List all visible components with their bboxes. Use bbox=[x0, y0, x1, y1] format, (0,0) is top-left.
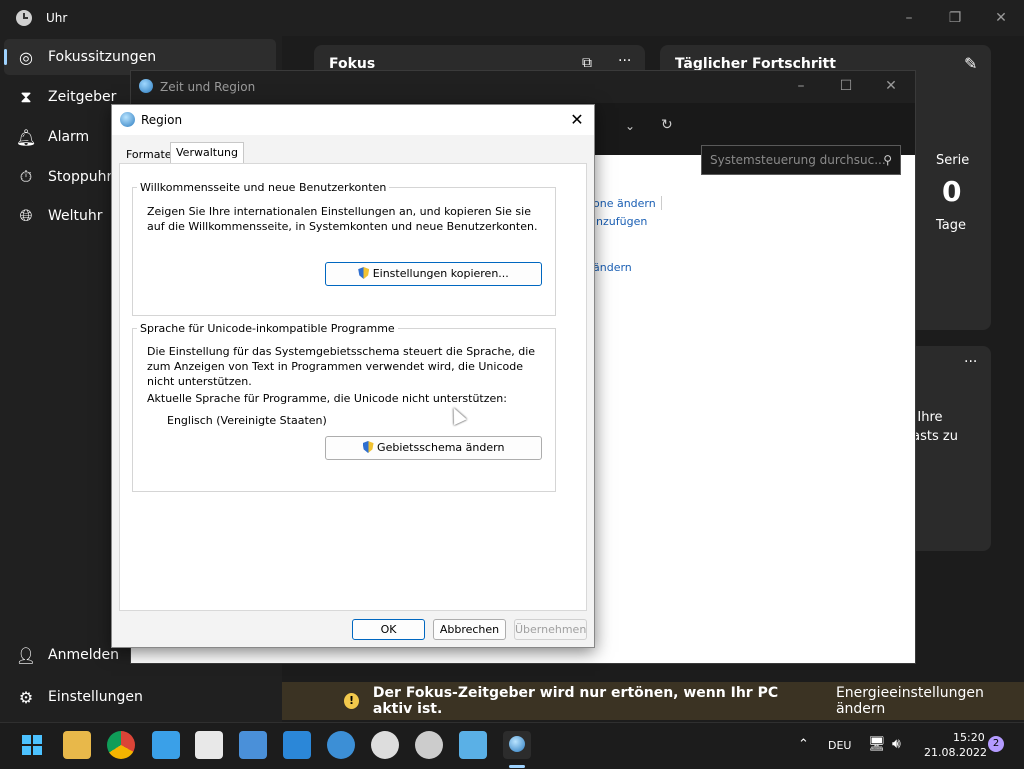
network-icon[interactable]: 🖥︎ bbox=[868, 736, 886, 752]
control-panel-icon bbox=[139, 79, 153, 93]
globe-icon: 🌐︎ bbox=[19, 206, 33, 225]
nav-label: Weltuhr bbox=[48, 208, 103, 224]
tab-panel-verwaltung: Willkommensseite und neue Benutzerkonten… bbox=[119, 163, 587, 611]
clock-app-icon bbox=[16, 10, 32, 26]
active-indicator bbox=[4, 49, 7, 65]
language-indicator[interactable]: DEU bbox=[828, 739, 851, 752]
focus-icon: ◎ bbox=[19, 47, 33, 67]
bell-icon: 🔔︎ bbox=[15, 127, 37, 147]
nav-label: Fokussitzungen bbox=[48, 49, 157, 65]
search-icon: ⚲ bbox=[883, 153, 892, 167]
notepad-icon[interactable] bbox=[152, 731, 180, 759]
edit-icon[interactable]: ✎ bbox=[964, 54, 977, 73]
search-input[interactable]: Systemsteuerung durchsuc... ⚲ bbox=[701, 145, 901, 175]
notification-text: Der Fokus-Zeitgeber wird nur ertönen, we… bbox=[372, 685, 779, 717]
nav-item-einstellungen[interactable]: ⚙ Einstellungen bbox=[4, 679, 276, 715]
close-button[interactable]: ✕ bbox=[978, 6, 1024, 30]
ok-button[interactable]: OK bbox=[352, 619, 425, 640]
taskbar: ⌃ DEU 🖥︎ 🔊︎ 15:20 21.08.2022 2 bbox=[0, 722, 1024, 769]
region-title: Region bbox=[141, 113, 183, 127]
hourglass-icon: ⧗ bbox=[20, 87, 32, 106]
zr-link-2[interactable]: inzufügen bbox=[593, 215, 647, 228]
change-locale-label: Gebietsschema ändern bbox=[377, 441, 505, 454]
copy-settings-button[interactable]: Einstellungen kopieren... bbox=[325, 262, 542, 286]
control-panel-icon[interactable] bbox=[503, 731, 531, 759]
region-titlebar: Region ✕ bbox=[112, 105, 594, 135]
current-language-value: Englisch (Vereinigte Staaten) bbox=[167, 414, 327, 427]
calculator-icon[interactable] bbox=[239, 731, 267, 759]
tab-verwaltung[interactable]: Verwaltung bbox=[170, 142, 244, 163]
zr-titlebar: Zeit und Region – ☐ ✕ bbox=[131, 71, 915, 103]
chrome-icon[interactable] bbox=[107, 731, 135, 759]
zr-maximize-button[interactable]: ☐ bbox=[823, 74, 869, 98]
tab-formate[interactable]: Formate bbox=[121, 145, 177, 165]
zr-close-button[interactable]: ✕ bbox=[868, 74, 914, 98]
zr-minimize-button[interactable]: – bbox=[778, 74, 824, 98]
zr-link-3[interactable]: ändern bbox=[593, 261, 632, 274]
streak-value: 0 bbox=[942, 175, 962, 208]
energy-settings-link[interactable]: Energieeinstellungen ändern bbox=[836, 685, 1024, 717]
clock-date[interactable]: 21.08.2022 bbox=[924, 746, 987, 759]
search-placeholder: Systemsteuerung durchsuc... bbox=[710, 153, 886, 167]
notification-bar: ! Der Fokus-Zeitgeber wird nur ertönen, … bbox=[282, 682, 1024, 720]
task-manager-icon[interactable] bbox=[195, 731, 223, 759]
apply-button: Übernehmen bbox=[514, 619, 587, 640]
shield-icon bbox=[358, 267, 370, 279]
nav-label: Anmelden bbox=[48, 647, 119, 663]
close-icon[interactable]: ✕ bbox=[562, 109, 592, 131]
start-button[interactable] bbox=[18, 731, 46, 759]
media-player-icon[interactable] bbox=[371, 731, 399, 759]
group-unicode-text: Die Einstellung für das Systemgebietssch… bbox=[147, 345, 536, 388]
app-title: Uhr bbox=[46, 11, 68, 25]
region-dialog: Region ✕ Formate Verwaltung Willkommenss… bbox=[111, 104, 595, 648]
network-globe-icon[interactable] bbox=[327, 731, 355, 759]
group-unicode-title: Sprache für Unicode-inkompatible Program… bbox=[137, 322, 398, 335]
zr-link-1[interactable]: one ändern bbox=[593, 197, 656, 210]
more-options-icon[interactable]: ··· bbox=[618, 53, 631, 69]
shield-icon bbox=[362, 441, 374, 453]
copy-settings-label: Einstellungen kopieren... bbox=[372, 267, 509, 280]
link-divider bbox=[661, 196, 662, 210]
file-explorer-icon[interactable] bbox=[63, 731, 91, 759]
clock-icon[interactable] bbox=[415, 731, 443, 759]
notification-count-badge[interactable]: 2 bbox=[988, 736, 1004, 752]
nav-label: Einstellungen bbox=[48, 689, 143, 705]
remote-desktop-icon[interactable] bbox=[459, 731, 487, 759]
stopwatch-icon: ⏱︎ bbox=[19, 167, 33, 186]
person-icon: 👤︎ bbox=[15, 645, 37, 665]
chevron-up-icon[interactable]: ⌃ bbox=[798, 737, 809, 752]
more-options-icon[interactable]: ··· bbox=[964, 354, 977, 370]
streak-unit: Tage bbox=[936, 218, 967, 233]
nav-label: Zeitgeber bbox=[48, 89, 117, 105]
change-locale-button[interactable]: Gebietsschema ändern bbox=[325, 436, 542, 460]
minimize-button[interactable]: – bbox=[886, 6, 932, 30]
nav-label: Alarm bbox=[48, 129, 90, 145]
people-icon[interactable] bbox=[283, 731, 311, 759]
globe-icon bbox=[120, 112, 135, 127]
zr-title: Zeit und Region bbox=[160, 80, 256, 94]
warning-icon: ! bbox=[344, 693, 359, 709]
volume-icon[interactable]: 🔊︎ bbox=[892, 736, 901, 752]
clock-time[interactable]: 15:20 bbox=[953, 731, 985, 744]
gear-icon: ⚙ bbox=[18, 687, 34, 707]
group-welcome-text: Zeigen Sie Ihre internationalen Einstell… bbox=[147, 205, 538, 233]
maximize-button[interactable]: ❐ bbox=[932, 6, 978, 30]
current-language-label: Aktuelle Sprache für Programme, die Unic… bbox=[147, 392, 507, 405]
refresh-icon[interactable]: ↻ bbox=[661, 117, 673, 133]
compact-view-icon[interactable]: ⧉ bbox=[582, 55, 592, 71]
chevron-down-icon[interactable]: ⌄ bbox=[625, 119, 635, 133]
streak-label: Serie bbox=[936, 153, 970, 168]
app-titlebar: Uhr – ❐ ✕ bbox=[0, 0, 1024, 36]
cancel-button[interactable]: Abbrechen bbox=[433, 619, 506, 640]
nav-label: Stoppuhr bbox=[48, 169, 113, 185]
group-welcome-title: Willkommensseite und neue Benutzerkonten bbox=[137, 181, 390, 194]
